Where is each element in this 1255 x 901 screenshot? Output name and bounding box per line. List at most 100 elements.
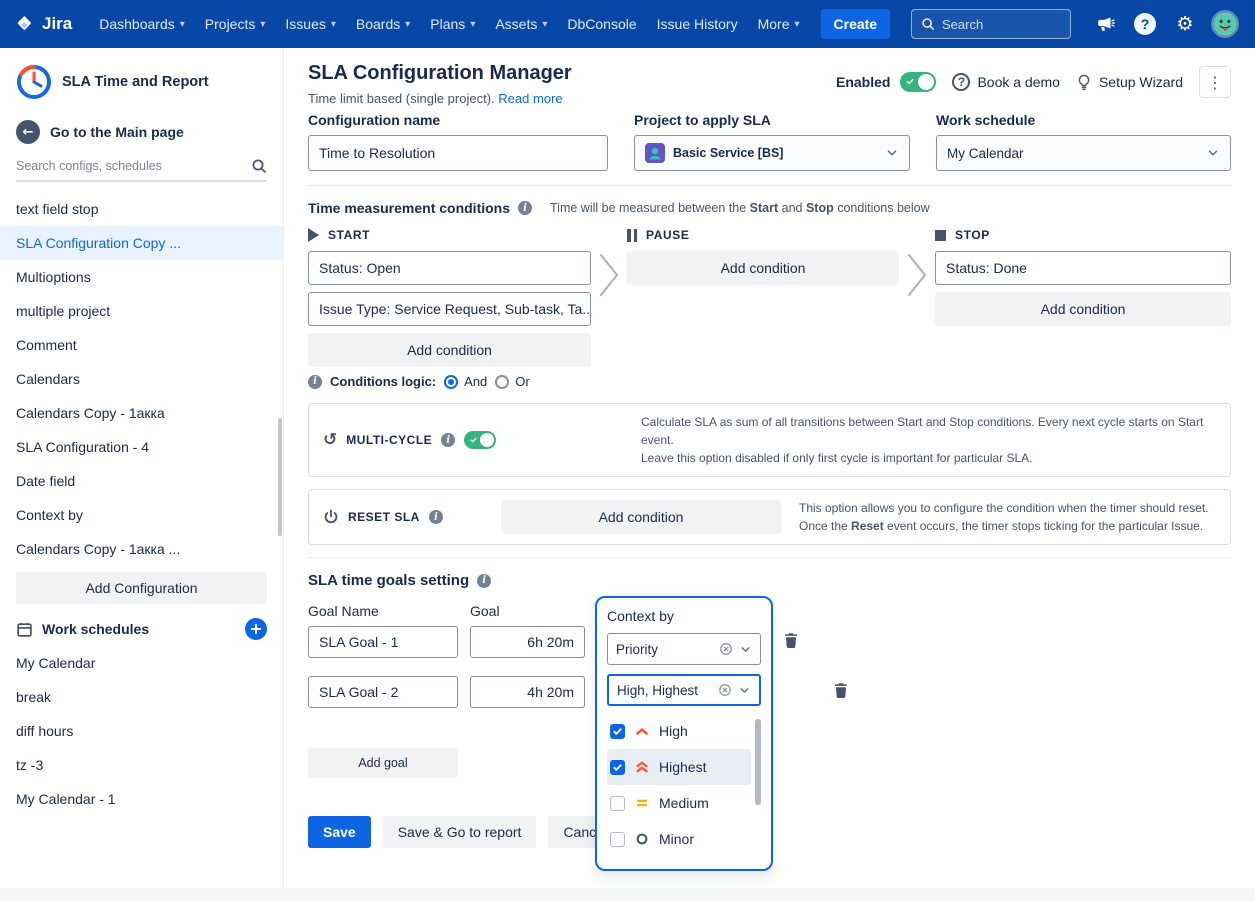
add-configuration-button[interactable]: Add Configuration: [16, 572, 267, 604]
settings-button[interactable]: [1169, 8, 1201, 40]
config-item[interactable]: SLA Configuration - 4: [0, 430, 283, 464]
delete-goal-button[interactable]: [778, 627, 804, 653]
save-button[interactable]: Save: [308, 816, 371, 848]
config-item-selected[interactable]: SLA Configuration Copy ...: [0, 226, 283, 260]
info-icon[interactable]: [308, 375, 322, 389]
goal-time-input[interactable]: [470, 626, 585, 658]
schedule-item[interactable]: break: [0, 680, 283, 714]
stop-icon: [935, 230, 946, 241]
nav-item-more[interactable]: More: [749, 10, 809, 38]
enabled-toggle[interactable]: [900, 72, 936, 92]
configuration-name-input[interactable]: [308, 135, 608, 171]
add-condition-button-pause[interactable]: Add condition: [627, 251, 899, 285]
config-item[interactable]: Multioptions: [0, 260, 283, 294]
chevron-down-icon: [738, 684, 751, 697]
flow-chevron-icon: [899, 228, 935, 374]
add-goal-button[interactable]: Add goal: [308, 748, 458, 778]
goal-name-input[interactable]: [308, 676, 458, 708]
config-item[interactable]: Comment: [0, 328, 283, 362]
dropdown-option-minor[interactable]: Minor: [607, 821, 751, 857]
info-icon[interactable]: [518, 201, 532, 215]
add-condition-button-start[interactable]: Add condition: [308, 333, 591, 367]
info-icon[interactable]: [477, 574, 491, 588]
start-condition-chip[interactable]: Status: Open: [308, 251, 591, 285]
page-subtitle: Time limit based (single project). Read …: [308, 91, 572, 106]
schedule-item[interactable]: tz -3: [0, 748, 283, 782]
sidebar-search-input[interactable]: [16, 159, 251, 173]
clear-icon[interactable]: [719, 642, 733, 656]
nav-item-dashboards[interactable]: Dashboards: [90, 10, 194, 38]
nav-item-projects[interactable]: Projects: [196, 10, 275, 38]
nav-item-dbconsole[interactable]: DbConsole: [558, 10, 645, 38]
save-go-report-button[interactable]: Save & Go to report: [383, 816, 537, 848]
work-schedule-select[interactable]: My Calendar: [936, 135, 1231, 171]
schedule-item[interactable]: diff hours: [0, 714, 283, 748]
nav-item-issues[interactable]: Issues: [276, 10, 345, 38]
more-actions-button[interactable]: [1199, 66, 1231, 98]
config-item[interactable]: Context by: [0, 498, 283, 532]
checkbox-icon[interactable]: [610, 832, 625, 847]
schedule-item[interactable]: My Calendar: [0, 646, 283, 680]
create-button[interactable]: Create: [821, 9, 891, 39]
nav-item-boards[interactable]: Boards: [347, 10, 419, 38]
setup-wizard-button[interactable]: Setup Wizard: [1076, 74, 1183, 91]
nav-item-assets[interactable]: Assets: [486, 10, 556, 38]
nav-item-plans[interactable]: Plans: [421, 10, 484, 38]
info-icon[interactable]: [441, 433, 455, 447]
read-more-link[interactable]: Read more: [498, 91, 562, 106]
config-item[interactable]: Calendars Copy - 1акка: [0, 396, 283, 430]
radio-or[interactable]: Or: [495, 374, 529, 389]
reset-sla-card: RESET SLA Add condition This option allo…: [308, 489, 1231, 545]
work-schedules-title: Work schedules: [42, 621, 149, 637]
dropdown-option-highest[interactable]: Highest: [607, 749, 751, 785]
stop-title: STOP: [955, 228, 990, 242]
config-item[interactable]: text field stop: [0, 192, 283, 226]
global-search[interactable]: [911, 9, 1071, 39]
back-to-main-button[interactable]: Go to the Main page: [0, 120, 283, 144]
stop-condition-chip[interactable]: Status: Done: [935, 251, 1231, 285]
sidebar-scrollbar[interactable]: [278, 418, 282, 536]
dropdown-option-medium[interactable]: Medium: [607, 785, 751, 821]
start-condition-chip[interactable]: Issue Type: Service Request, Sub-task, T…: [308, 292, 591, 326]
book-a-demo-button[interactable]: Book a demo: [952, 73, 1060, 91]
context-field-select[interactable]: Priority: [607, 633, 761, 665]
announcements-button[interactable]: [1089, 8, 1121, 40]
add-condition-button-stop[interactable]: Add condition: [935, 292, 1231, 326]
config-item[interactable]: Calendars Copy - 1акка ...: [0, 532, 283, 566]
profile-button[interactable]: [1209, 8, 1241, 40]
context-values-select[interactable]: High, Highest: [607, 674, 761, 706]
checkbox-icon[interactable]: [610, 724, 625, 739]
config-item[interactable]: Date field: [0, 464, 283, 498]
sidebar-search[interactable]: [16, 158, 267, 182]
nav-item-issue-history[interactable]: Issue History: [648, 10, 747, 38]
project-select[interactable]: Basic Service [BS]: [634, 135, 910, 171]
goal-name-input[interactable]: [308, 626, 458, 658]
work-schedule-label: Work schedule: [936, 112, 1231, 128]
page-title: SLA Configuration Manager: [308, 62, 572, 85]
search-icon: [251, 158, 267, 174]
global-search-input[interactable]: [942, 17, 1052, 32]
config-item[interactable]: multiple project: [0, 294, 283, 328]
pause-title: PAUSE: [646, 228, 689, 242]
sidebar: SLA Time and Report Go to the Main page …: [0, 48, 284, 901]
multi-cycle-toggle[interactable]: [464, 431, 496, 449]
brand-label: Jira: [42, 14, 72, 34]
add-condition-button-reset[interactable]: Add condition: [501, 500, 781, 534]
goal-time-input[interactable]: [470, 676, 585, 708]
checkbox-icon[interactable]: [610, 760, 625, 775]
configuration-name-label: Configuration name: [308, 112, 608, 128]
config-list: text field stop SLA Configuration Copy .…: [0, 192, 283, 566]
config-item[interactable]: Calendars: [0, 362, 283, 396]
delete-goal-button[interactable]: [828, 677, 854, 703]
add-schedule-button[interactable]: [245, 618, 267, 640]
dropdown-scrollbar[interactable]: [755, 719, 761, 805]
radio-and[interactable]: And: [444, 374, 487, 389]
jira-home-link[interactable]: Jira: [14, 14, 72, 35]
schedule-item[interactable]: My Calendar - 1: [0, 782, 283, 816]
clear-icon[interactable]: [718, 683, 732, 697]
info-icon[interactable]: [429, 510, 443, 524]
checkbox-icon[interactable]: [610, 796, 625, 811]
start-title: START: [328, 228, 370, 242]
dropdown-option-high[interactable]: High: [607, 713, 751, 749]
help-button[interactable]: [1129, 8, 1161, 40]
